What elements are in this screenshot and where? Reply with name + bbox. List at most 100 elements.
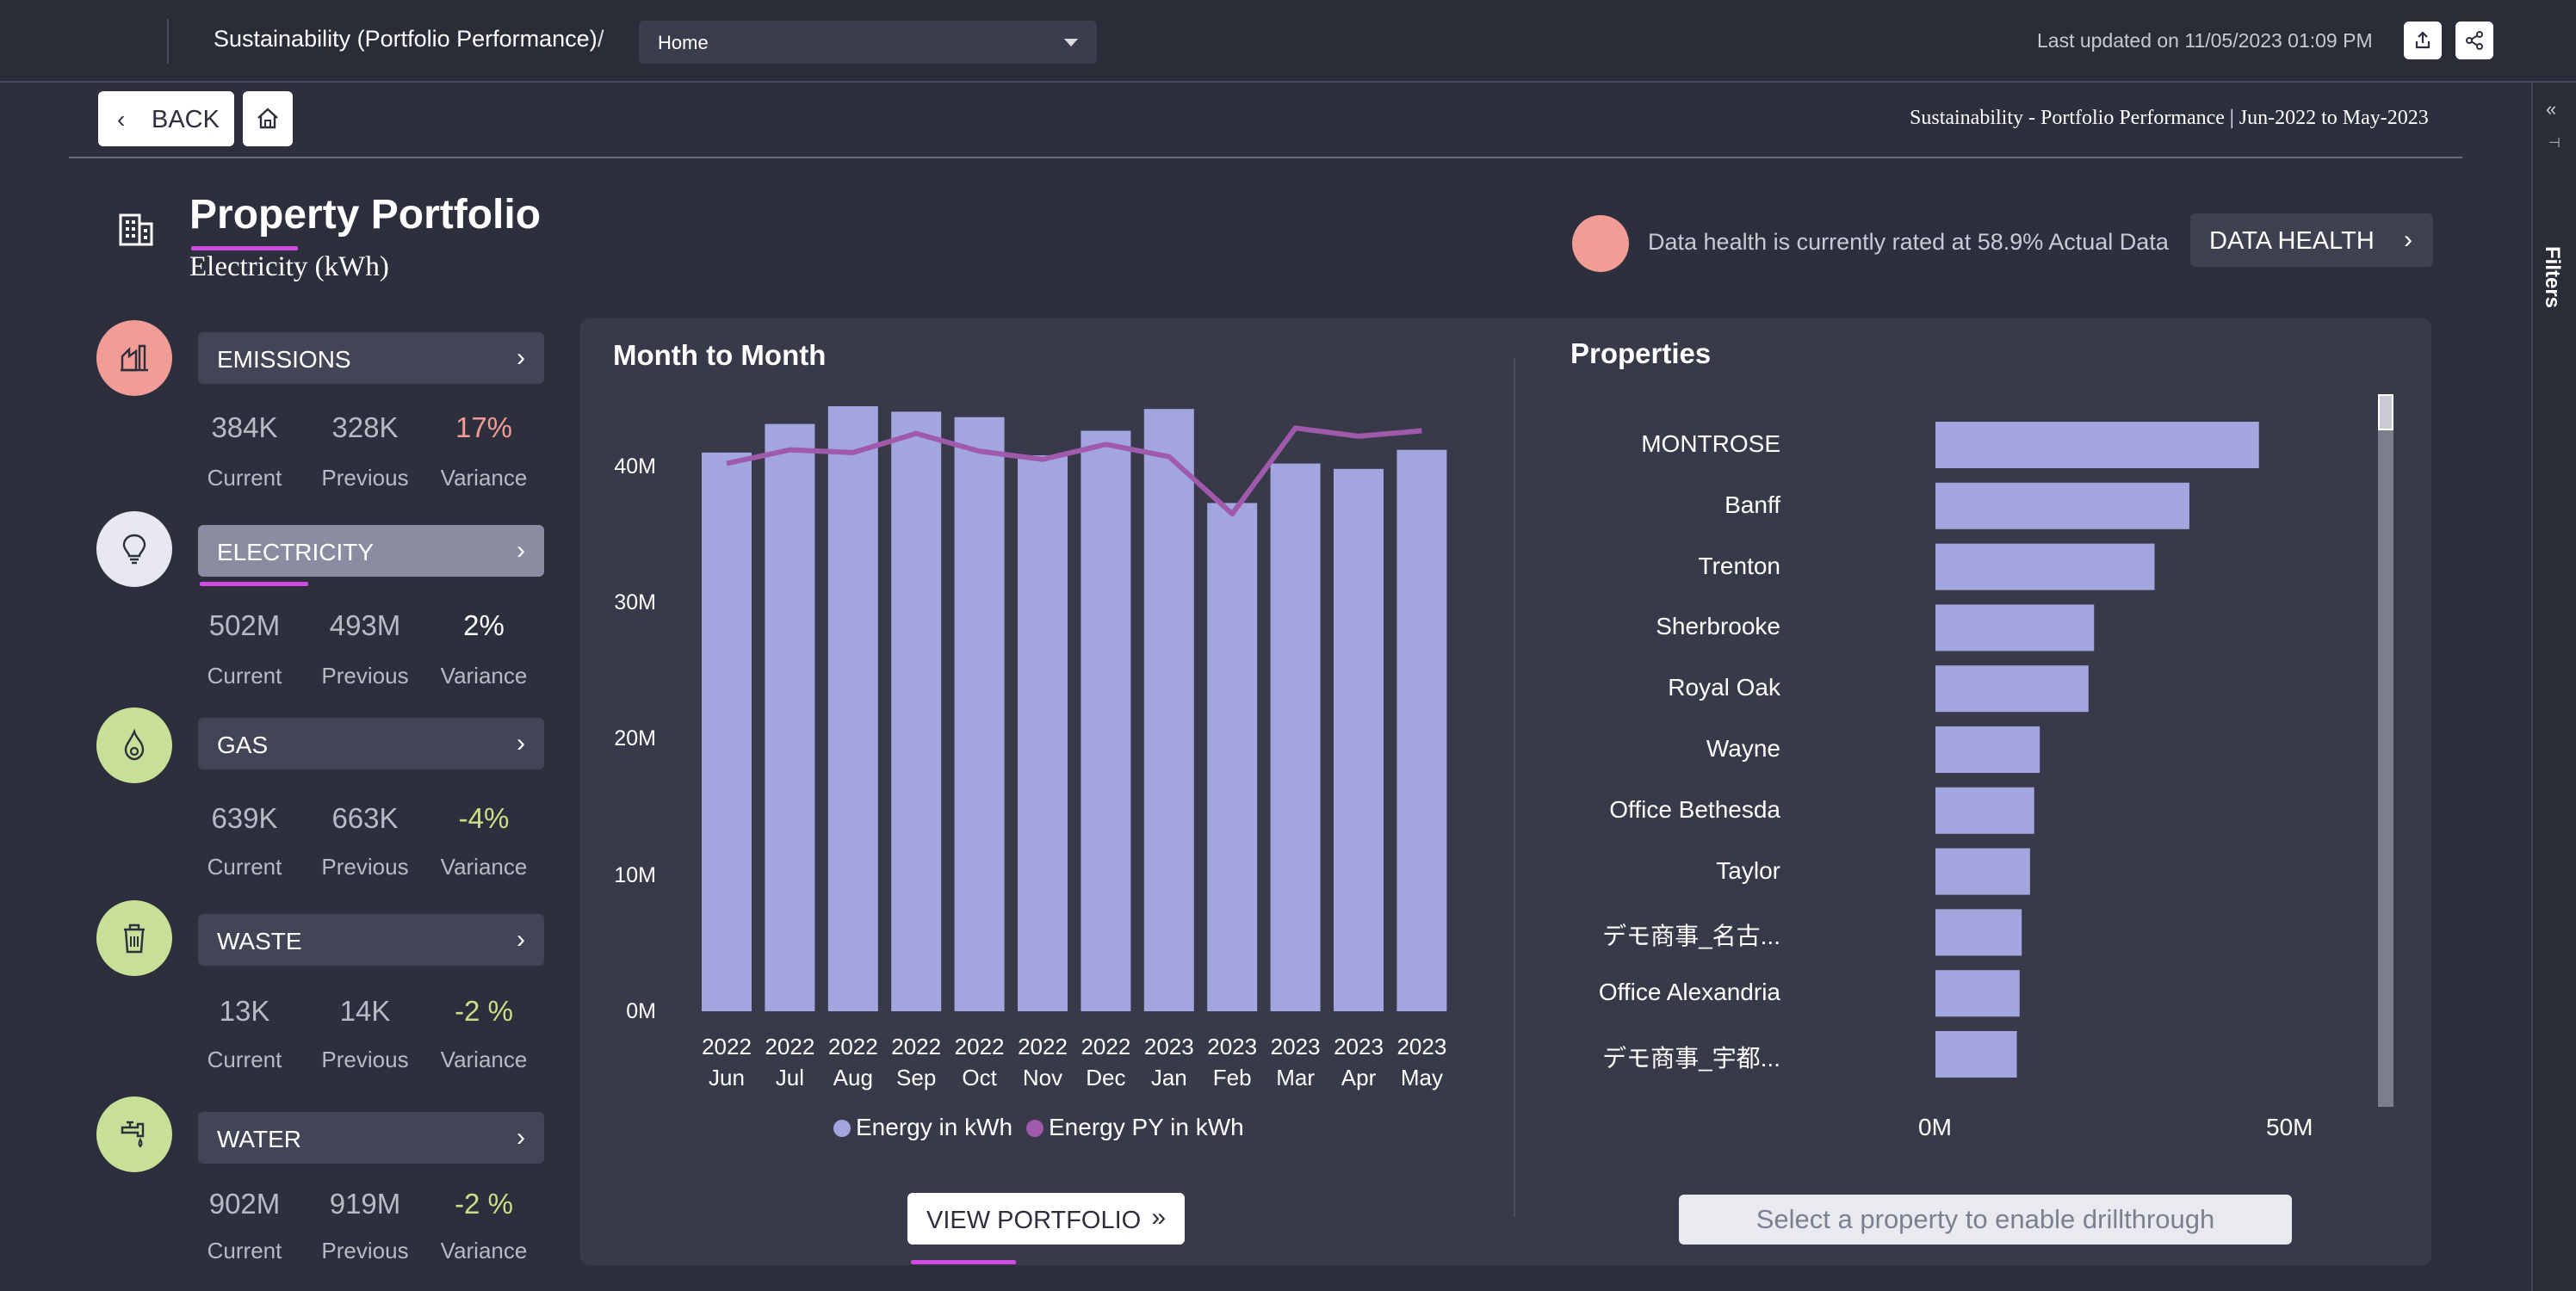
electricity-button[interactable]: ELECTRICITY › bbox=[198, 525, 544, 577]
filters-pane[interactable]: « ⊣ Filters bbox=[2531, 83, 2576, 1291]
home-button[interactable] bbox=[243, 91, 293, 146]
chevron-right-icon: › bbox=[2404, 225, 2412, 254]
data-health-text: Data health is currently rated at 58.9% … bbox=[1648, 229, 2169, 255]
electricity-circle bbox=[96, 511, 172, 587]
y-tick-label: 0M bbox=[626, 999, 656, 1023]
x-tick-label: 2023 May bbox=[1396, 1034, 1447, 1090]
property-label[interactable]: デモ商事_宇都... bbox=[1558, 1040, 1780, 1074]
waste-current: 13K bbox=[219, 995, 270, 1027]
gas-variance: -4% bbox=[458, 802, 510, 834]
x-tick-label: 2022 Dec bbox=[1081, 1034, 1131, 1090]
electricity-label: ELECTRICITY bbox=[217, 539, 375, 565]
properties-scrollbar[interactable] bbox=[2378, 394, 2393, 1107]
x-tick-label: 2022 Jul bbox=[765, 1034, 815, 1090]
variance-label: Variance bbox=[440, 1047, 528, 1072]
emissions-variance: 17% bbox=[455, 411, 513, 443]
breadcrumb[interactable]: Sustainability (Portfolio Performance) bbox=[214, 26, 598, 53]
view-portfolio-label: VIEW PORTFOLIO bbox=[926, 1207, 1142, 1234]
chevron-right-icon: › bbox=[517, 343, 525, 372]
previous-label: Previous bbox=[321, 663, 409, 689]
previous-label: Previous bbox=[321, 1047, 409, 1072]
x-tick-label: 2023 Jan bbox=[1143, 1034, 1194, 1090]
page-select[interactable]: Home bbox=[639, 21, 1097, 64]
property-label[interactable]: Taylor bbox=[1558, 857, 1780, 885]
upload-icon bbox=[2415, 31, 2430, 49]
legend-energy-swatch bbox=[833, 1120, 851, 1137]
property-label[interactable]: デモ商事_名古... bbox=[1558, 917, 1780, 952]
data-health-indicator bbox=[1572, 215, 1629, 272]
page-title: Property Portfolio bbox=[189, 192, 542, 238]
home-icon bbox=[257, 108, 278, 129]
previous-label: Previous bbox=[321, 1238, 409, 1263]
x-tick-label: 2022 Oct bbox=[954, 1034, 1005, 1090]
caret-down-icon bbox=[1064, 39, 1078, 46]
double-chevron-right-icon: » bbox=[1151, 1203, 1166, 1232]
x-tick-label: 50M bbox=[2266, 1114, 2313, 1140]
building-icon bbox=[119, 213, 153, 246]
y-tick-label: 20M bbox=[614, 726, 656, 751]
current-label: Current bbox=[207, 663, 282, 689]
property-label[interactable]: MONTROSE bbox=[1558, 430, 1780, 458]
variance-label: Variance bbox=[440, 663, 528, 689]
filters-label[interactable]: Filters bbox=[2540, 246, 2564, 308]
back-button[interactable]: ‹ BACK bbox=[98, 91, 234, 146]
previous-label: Previous bbox=[321, 465, 409, 491]
x-tick-label: 2022 Jun bbox=[702, 1034, 752, 1090]
x-tick-label: 2023 Feb bbox=[1207, 1034, 1258, 1090]
breadcrumb-separator: / bbox=[598, 26, 604, 52]
water-button[interactable]: WATER › bbox=[198, 1112, 544, 1164]
current-label: Current bbox=[207, 854, 282, 880]
waste-label: WASTE bbox=[217, 928, 302, 954]
chevron-right-icon: › bbox=[517, 536, 525, 565]
chevron-right-icon: › bbox=[517, 925, 525, 954]
x-tick-label: 2022 Aug bbox=[827, 1034, 878, 1090]
drillthrough-button[interactable]: Select a property to enable drillthrough bbox=[1679, 1195, 2292, 1245]
recycle-bin-icon bbox=[124, 923, 145, 954]
legend-energy-label: Energy in kWh bbox=[856, 1114, 1013, 1140]
view-portfolio-underline bbox=[911, 1260, 1016, 1264]
chevron-left-icon: ‹ bbox=[117, 106, 126, 133]
top-bar: Sustainability (Portfolio Performance) /… bbox=[0, 0, 2576, 83]
property-label[interactable]: Sherbrooke bbox=[1558, 613, 1780, 640]
current-label: Current bbox=[207, 465, 282, 491]
property-label[interactable]: Office Bethesda bbox=[1558, 796, 1780, 824]
month-to-month-title: Month to Month bbox=[613, 339, 827, 371]
waste-circle bbox=[96, 900, 172, 976]
previous-label: Previous bbox=[321, 854, 409, 880]
waste-button[interactable]: WASTE › bbox=[198, 914, 544, 966]
topbar-divider bbox=[167, 19, 169, 64]
water-variance: -2 % bbox=[455, 1188, 513, 1220]
export-button[interactable] bbox=[2404, 22, 2442, 59]
filter-options-icon: ⊣ bbox=[2548, 136, 2561, 151]
gas-previous: 663K bbox=[331, 802, 399, 834]
properties-scrollbar-thumb[interactable] bbox=[2378, 394, 2393, 430]
view-portfolio-button[interactable]: VIEW PORTFOLIO » bbox=[907, 1193, 1185, 1245]
data-health-button[interactable]: DATA HEALTH › bbox=[2190, 213, 2433, 267]
emissions-circle bbox=[96, 320, 172, 396]
back-button-label: BACK bbox=[152, 106, 220, 133]
share-icon bbox=[2466, 31, 2483, 50]
legend-energy-py-swatch bbox=[1026, 1120, 1043, 1137]
expand-filters-icon[interactable]: « bbox=[2546, 98, 2556, 120]
x-tick-label: 2022 Sep bbox=[891, 1034, 942, 1090]
gas-circle bbox=[96, 707, 172, 783]
emissions-button[interactable]: EMISSIONS › bbox=[198, 332, 544, 384]
gas-button[interactable]: GAS › bbox=[198, 718, 544, 769]
current-label: Current bbox=[207, 1238, 282, 1263]
property-label[interactable]: Trenton bbox=[1558, 553, 1780, 580]
water-previous: 919M bbox=[329, 1188, 401, 1220]
y-tick-label: 10M bbox=[614, 862, 656, 887]
property-label[interactable]: Banff bbox=[1558, 491, 1780, 519]
waste-variance: -2 % bbox=[455, 995, 513, 1027]
property-label[interactable]: Royal Oak bbox=[1558, 674, 1780, 701]
chevron-right-icon: › bbox=[517, 729, 525, 757]
property-label[interactable]: Office Alexandria bbox=[1558, 979, 1780, 1006]
gas-current: 639K bbox=[211, 802, 278, 834]
electricity-active-underline bbox=[200, 582, 308, 586]
x-tick-label: 2022 Nov bbox=[1018, 1034, 1068, 1090]
flame-icon bbox=[124, 728, 145, 761]
share-button[interactable] bbox=[2455, 22, 2493, 59]
legend-energy[interactable]: Energy in kWh bbox=[833, 1114, 1012, 1141]
legend-energy-py[interactable]: Energy PY in kWh bbox=[1026, 1114, 1244, 1141]
property-label[interactable]: Wayne bbox=[1558, 735, 1780, 763]
